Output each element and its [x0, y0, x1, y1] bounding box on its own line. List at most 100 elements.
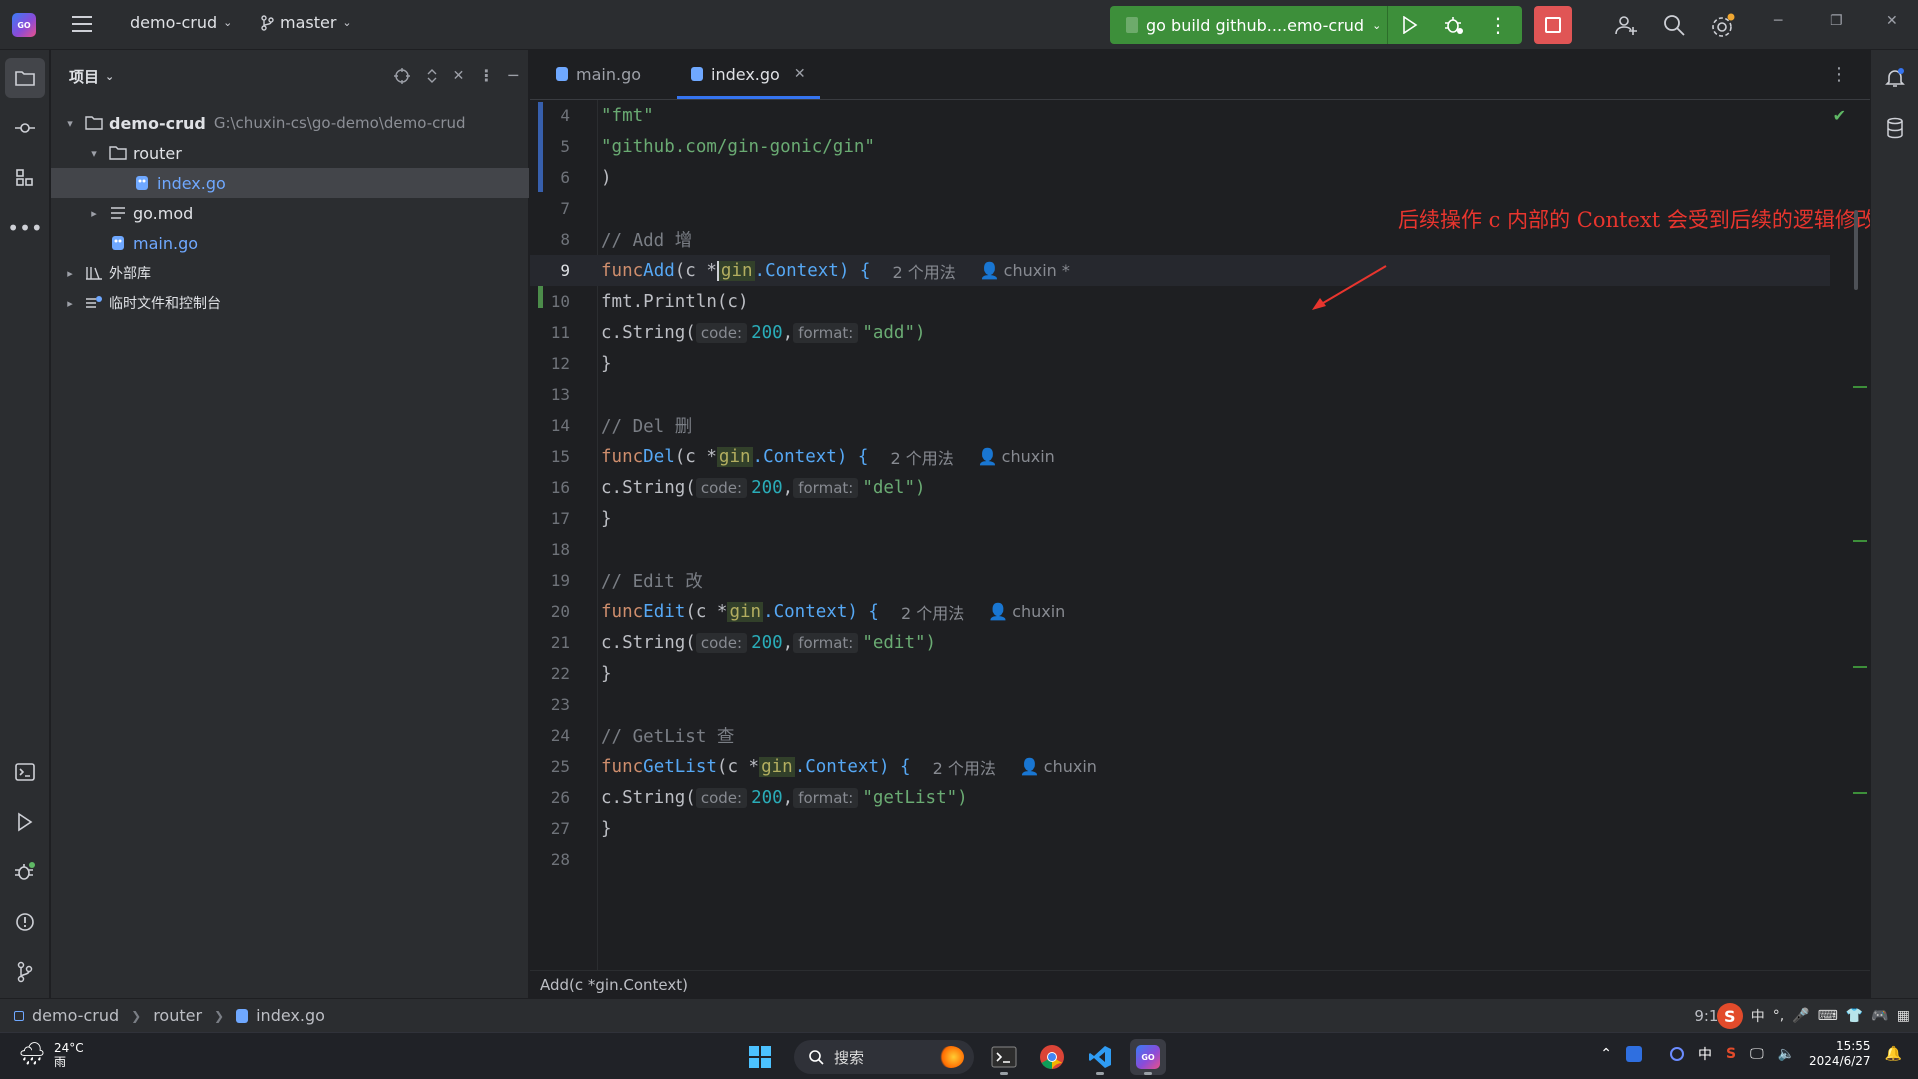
project-tool-button[interactable]	[5, 58, 45, 98]
chevron-right-icon: ❯	[214, 1008, 225, 1023]
author-hint[interactable]: 👤 chuxin	[978, 447, 1055, 466]
close-window-button[interactable]: ✕	[1886, 13, 1898, 29]
tree-item-go-mod[interactable]: ▸ go.mod	[51, 198, 529, 228]
author-hint[interactable]: 👤 chuxin *	[980, 261, 1070, 280]
go-config-icon	[1126, 17, 1138, 33]
chevron-up-icon[interactable]: ⌃	[1600, 1046, 1612, 1062]
taskbar-search[interactable]: 搜索	[794, 1040, 974, 1074]
run-button[interactable]	[1388, 6, 1432, 44]
notification-bell-icon[interactable]: 🔔	[1885, 1046, 1902, 1062]
minimize-window-button[interactable]: ─	[1774, 13, 1782, 29]
chevron-right-icon[interactable]: ▸	[63, 267, 77, 280]
run-tool-button[interactable]	[5, 802, 45, 842]
chevron-down-icon[interactable]: ▾	[63, 117, 77, 130]
chevron-right-icon[interactable]: ▸	[87, 207, 101, 220]
usages-hint[interactable]: 2 个用法	[892, 259, 955, 283]
more-tools-icon[interactable]: •••	[5, 208, 45, 248]
chevron-down-icon[interactable]: ▾	[87, 147, 101, 160]
chevron-right-icon[interactable]: ▸	[63, 297, 77, 310]
project-panel-title[interactable]: 项目	[69, 66, 99, 87]
tree-item-demo-crud[interactable]: ▾ demo-crud G:\chuxin-cs\go-demo\demo-cr…	[51, 108, 529, 138]
status-bar: demo-crud ❯ router ❯ index.go 9:13 S 中 °…	[0, 998, 1918, 1032]
grid-menu-icon[interactable]: ▦	[1897, 1008, 1910, 1024]
tree-item-router[interactable]: ▾ router	[51, 138, 529, 168]
tree-item-index-go[interactable]: index.go	[51, 168, 529, 198]
restore-window-button[interactable]: ❐	[1830, 13, 1843, 29]
crumb-project[interactable]: demo-crud	[32, 1006, 119, 1025]
game-icon[interactable]: 🎮	[1871, 1008, 1888, 1024]
goland-logo-icon[interactable]: GO	[12, 13, 36, 37]
code-lens[interactable]: 2 个用法 👤 chuxin	[890, 445, 1054, 469]
ime-language[interactable]: 中	[1751, 1006, 1765, 1026]
database-tool-button[interactable]	[1875, 108, 1915, 148]
tab-index-go[interactable]: index.go ✕	[677, 49, 820, 99]
skin-icon[interactable]: 👕	[1846, 1008, 1863, 1024]
code-with-me-icon[interactable]	[1614, 13, 1638, 37]
chevron-down-icon[interactable]: ⌄	[105, 70, 114, 83]
expand-collapse-icon[interactable]	[425, 66, 439, 85]
goland-app-icon[interactable]: GO	[1130, 1039, 1166, 1075]
branch-switcher[interactable]: master ⌄	[260, 13, 352, 32]
run-configuration-selector[interactable]: go build github....emo-crud ⌄	[1110, 6, 1388, 44]
keyboard-icon[interactable]: ⌨	[1818, 1008, 1838, 1024]
main-menu-icon[interactable]	[72, 14, 94, 34]
crumb-folder[interactable]: router	[153, 1006, 202, 1025]
notifications-tool-button[interactable]	[1875, 58, 1915, 98]
git-tool-button[interactable]	[5, 952, 45, 992]
usages-hint[interactable]: 2 个用法	[890, 445, 953, 469]
more-actions-icon[interactable]: ⋮	[1476, 6, 1520, 44]
terminal-app-icon[interactable]	[986, 1039, 1022, 1075]
settings-gear-icon[interactable]	[1710, 13, 1736, 39]
windows-start-icon[interactable]	[742, 1039, 778, 1075]
punctuation-icon[interactable]: °,	[1773, 1008, 1784, 1024]
tree-item-external-libraries[interactable]: ▸ 外部库	[51, 258, 529, 288]
tray-app-icon[interactable]	[1626, 1046, 1642, 1062]
code-lens[interactable]: 2 个用法 👤 chuxin	[933, 755, 1097, 779]
close-icon[interactable]: ✕	[453, 66, 465, 85]
microphone-icon[interactable]: 🎤	[1792, 1008, 1809, 1024]
debug-tool-button[interactable]	[5, 852, 45, 892]
code-token: ,	[782, 477, 794, 498]
tree-item-label: index.go	[157, 173, 226, 193]
project-panel: 项目 ⌄ ✕ ⋮ ─ ▾ demo-crud G:\chuxin-cs\go-d…	[51, 50, 529, 998]
search-icon[interactable]	[1662, 13, 1686, 37]
sogou-tray-icon[interactable]: S	[1726, 1046, 1736, 1062]
chrome-app-icon[interactable]	[1034, 1039, 1070, 1075]
author-hint[interactable]: 👤 chuxin	[988, 602, 1065, 621]
change-marker[interactable]	[1853, 540, 1867, 542]
system-clock[interactable]: 15:55 2024/6/27	[1809, 1039, 1871, 1069]
usages-hint[interactable]: 2 个用法	[933, 755, 996, 779]
terminal-tool-button[interactable]	[5, 752, 45, 792]
structure-tool-button[interactable]	[5, 158, 45, 198]
tray-ring-icon[interactable]	[1670, 1047, 1684, 1061]
change-marker[interactable]	[1853, 386, 1867, 388]
locate-file-icon[interactable]	[393, 66, 411, 85]
volume-icon[interactable]: 🔈	[1778, 1046, 1795, 1062]
editor-breadcrumb[interactable]: Add(c *gin.Context)	[530, 970, 1870, 998]
change-marker[interactable]	[1853, 666, 1867, 668]
tree-item-main-go[interactable]: main.go	[51, 228, 529, 258]
change-marker[interactable]	[1853, 792, 1867, 794]
tab-options-icon[interactable]: ⋮	[1830, 64, 1848, 85]
sogou-ime-icon[interactable]: S	[1716, 1003, 1743, 1029]
commit-tool-button[interactable]	[5, 108, 45, 148]
close-tab-icon[interactable]: ✕	[794, 66, 806, 82]
usages-hint[interactable]: 2 个用法	[901, 600, 964, 624]
options-menu-icon[interactable]: ⋮	[478, 66, 494, 85]
crumb-file[interactable]: index.go	[256, 1006, 325, 1025]
tab-main-go[interactable]: main.go	[542, 49, 655, 99]
author-hint[interactable]: 👤 chuxin	[1020, 757, 1097, 776]
code-lens[interactable]: 2 个用法 👤 chuxin	[901, 600, 1065, 624]
tree-item-scratches[interactable]: ▸ 临时文件和控制台	[51, 288, 529, 318]
no-problems-check-icon[interactable]: ✔	[1833, 106, 1846, 125]
weather-widget[interactable]: 🌧 24°C 雨	[18, 1041, 84, 1069]
stop-button[interactable]	[1534, 6, 1572, 44]
problems-tool-button[interactable]	[5, 902, 45, 942]
vscode-app-icon[interactable]	[1082, 1039, 1118, 1075]
tray-ime-language[interactable]: 中	[1698, 1044, 1712, 1064]
hide-panel-icon[interactable]: ─	[508, 66, 518, 85]
network-icon[interactable]: 🖵	[1750, 1046, 1764, 1062]
code-lens[interactable]: 2 个用法 👤 chuxin *	[892, 259, 1069, 283]
debug-button[interactable]	[1432, 6, 1476, 44]
project-switcher[interactable]: demo-crud ⌄	[130, 13, 232, 32]
